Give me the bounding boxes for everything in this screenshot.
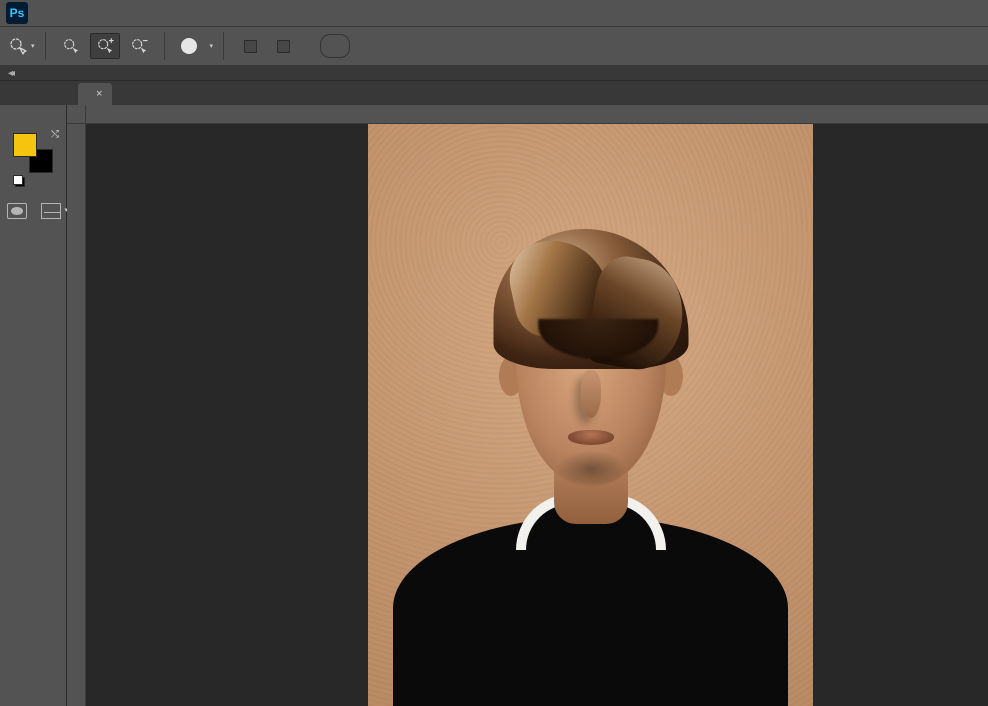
quick-select-icon: [8, 36, 28, 56]
checkbox-icon: [244, 40, 257, 53]
color-swatches[interactable]: ⤭: [13, 133, 53, 173]
shirt-graphic: [368, 663, 813, 695]
options-bar: ▾ ▾: [0, 26, 988, 66]
brush-preview[interactable]: [181, 38, 197, 55]
screen-mode-icon[interactable]: [41, 203, 61, 219]
auto-enhance-checkbox[interactable]: [277, 40, 296, 53]
workspace: ⤭ ▾: [0, 105, 988, 706]
swap-colors-icon[interactable]: ⤭: [51, 129, 59, 140]
chevron-down-icon: ▾: [31, 42, 35, 50]
foreground-color-swatch[interactable]: [13, 133, 37, 157]
add-to-selection-toggle[interactable]: [90, 33, 120, 59]
canvas-area: [67, 105, 988, 706]
default-colors-icon[interactable]: [13, 175, 25, 187]
subtract-from-selection-toggle[interactable]: [124, 33, 154, 59]
checkbox-icon: [277, 40, 290, 53]
ruler-origin[interactable]: [67, 105, 86, 124]
document-tab-bar: ×: [0, 81, 988, 105]
menu-bar: Ps: [0, 0, 988, 26]
close-tab-icon[interactable]: ×: [96, 88, 102, 100]
select-and-mask-button[interactable]: [320, 34, 350, 58]
collapse-caret-icon: ◂◂: [8, 68, 12, 79]
tool-preset-picker[interactable]: ▾: [8, 32, 35, 60]
app-logo-icon: Ps: [6, 2, 28, 24]
toolbox: ⤭ ▾: [0, 105, 67, 706]
sample-all-layers-checkbox[interactable]: [244, 40, 263, 53]
quick-mask-icon[interactable]: [7, 203, 27, 219]
new-selection-toggle[interactable]: [56, 33, 86, 59]
document-tab[interactable]: ×: [78, 83, 112, 105]
horizontal-ruler[interactable]: [86, 105, 988, 124]
document-canvas[interactable]: [368, 124, 813, 706]
document-viewport[interactable]: [86, 124, 988, 706]
panel-collapse-bar[interactable]: ◂◂: [0, 66, 988, 81]
brush-shape-icon: [181, 38, 197, 54]
vertical-ruler[interactable]: [67, 124, 86, 706]
chevron-down-icon[interactable]: ▾: [210, 42, 214, 50]
